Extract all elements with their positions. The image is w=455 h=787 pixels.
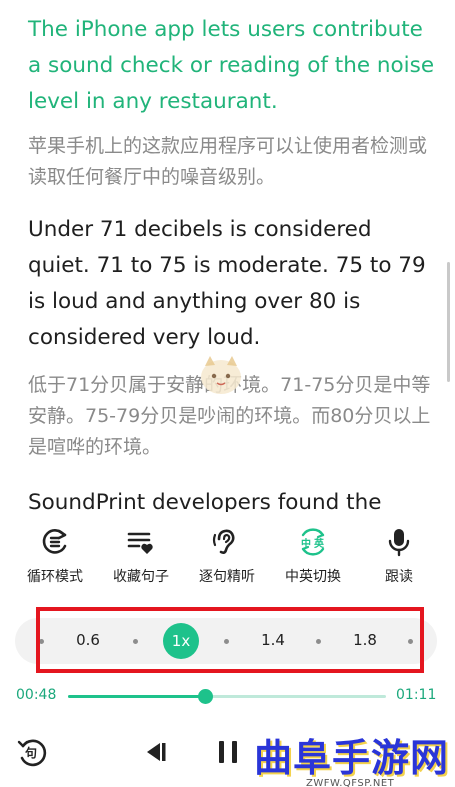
- progress-track[interactable]: [68, 689, 386, 704]
- english-sentence[interactable]: Under 71 decibels is considered quiet. 7…: [28, 212, 438, 356]
- english-sentence-next[interactable]: SoundPrint developers found the: [28, 485, 438, 512]
- loop-mode-label: 循环模式: [27, 569, 83, 585]
- favorite-sentence-button[interactable]: 收藏句子: [96, 526, 186, 586]
- player-panel: 循环模式 收藏句子 逐句精听 中 英 中英切换 跟读 0.6 1x 1.4 1.…: [0, 512, 455, 787]
- favorite-sentence-icon: [127, 532, 153, 554]
- reading-content: The iPhone app lets users contribute a s…: [0, 0, 455, 512]
- loop-mode-icon: [42, 529, 67, 554]
- total-time: 01:11: [396, 687, 437, 703]
- svg-text:句: 句: [25, 745, 37, 760]
- english-sentence-current[interactable]: The iPhone app lets users contribute a s…: [28, 12, 438, 120]
- svg-text:中: 中: [301, 537, 311, 550]
- read-along-button[interactable]: 跟读: [354, 526, 444, 586]
- progress-fill: [68, 695, 205, 698]
- svg-text:英: 英: [313, 537, 325, 550]
- favorite-sentence-label: 收藏句子: [113, 569, 169, 585]
- pause-icon[interactable]: [210, 734, 246, 770]
- previous-sentence-icon[interactable]: [138, 734, 174, 770]
- playback-progress: 00:48 01:11: [0, 684, 455, 708]
- watermark-url: ZWFW.QFSP.NET: [306, 778, 395, 787]
- speed-highlight-frame: [36, 607, 424, 673]
- chinese-translation-current[interactable]: 苹果手机上的这款应用程序可以让使用者检测或读取任何餐厅中的噪音级别。: [28, 131, 438, 193]
- listen-sentence-icon: [212, 529, 235, 554]
- watermark-title: 曲阜手游网: [254, 735, 450, 780]
- loop-mode-button[interactable]: 循环模式: [10, 526, 100, 586]
- site-watermark: 曲阜手游网 ZWFW.QFSP.NET: [246, 727, 454, 787]
- language-switch-label: 中英切换: [285, 569, 341, 585]
- scrollbar[interactable]: [447, 262, 450, 382]
- listen-sentence-label: 逐句精听: [199, 569, 255, 585]
- language-switch-icon: 中 英: [301, 528, 325, 556]
- listen-sentence-button[interactable]: 逐句精听: [182, 526, 272, 586]
- mascot-watermark-icon: [201, 356, 241, 394]
- current-time: 00:48: [16, 687, 57, 703]
- function-toolbar: 循环模式 收藏句子 逐句精听 中 英 中英切换 跟读: [0, 526, 455, 596]
- microphone-icon: [388, 529, 410, 557]
- read-along-label: 跟读: [385, 569, 413, 585]
- language-switch-button[interactable]: 中 英 中英切换: [268, 526, 358, 586]
- repeat-sentence-icon[interactable]: 句: [14, 734, 50, 770]
- progress-thumb[interactable]: [197, 689, 213, 704]
